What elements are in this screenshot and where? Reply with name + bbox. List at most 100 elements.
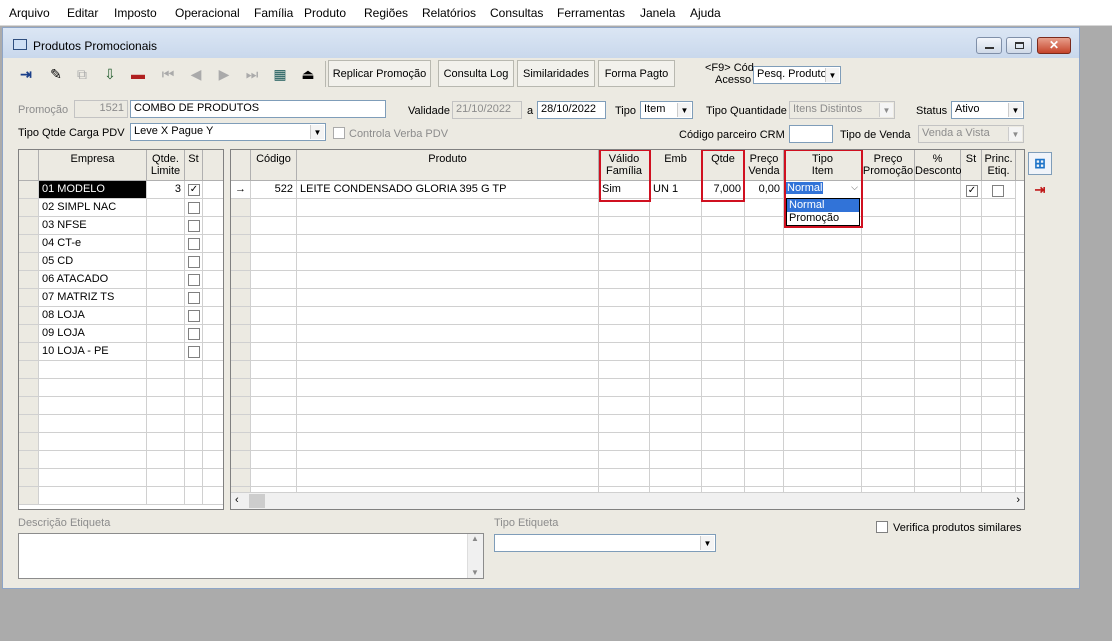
menu-produto[interactable]: Produto [304, 6, 346, 20]
produto-empty-cell[interactable] [599, 253, 650, 271]
row-codigo[interactable]: 522 [251, 181, 297, 199]
produto-empty-cell[interactable] [745, 217, 784, 235]
produto-empty-cell[interactable] [961, 253, 982, 271]
grid-button[interactable]: ▦ [267, 61, 293, 87]
produto-empty-cell[interactable] [982, 343, 1016, 361]
produto-empty-cell[interactable] [702, 289, 745, 307]
prev-record-button[interactable]: ◀ [183, 61, 209, 87]
produto-empty-cell[interactable] [599, 397, 650, 415]
produto-empty-cell[interactable] [915, 379, 961, 397]
produto-empty-cell[interactable] [650, 253, 702, 271]
produto-empty-cell[interactable] [297, 325, 599, 343]
produto-empty-cell[interactable] [297, 271, 599, 289]
menu-ferramentas[interactable]: Ferramentas [557, 6, 625, 20]
menu-arquivo[interactable]: Arquivo [9, 6, 50, 20]
produto-empty-cell[interactable] [650, 433, 702, 451]
status-select[interactable]: Ativo ▼ [951, 101, 1024, 119]
produto-empty-cell[interactable] [297, 469, 599, 487]
produto-empty-cell[interactable] [650, 343, 702, 361]
produto-empty-cell[interactable] [1016, 271, 1024, 289]
produto-empty-cell[interactable] [251, 361, 297, 379]
produto-empty-cell[interactable] [982, 379, 1016, 397]
descricao-etiqueta-textarea[interactable]: ▲ ▼ [18, 533, 484, 579]
produto-empty-cell[interactable] [599, 325, 650, 343]
produto-empty-cell[interactable] [784, 451, 862, 469]
next-record-button[interactable]: ▶ [211, 61, 237, 87]
produto-empty-cell[interactable] [297, 343, 599, 361]
produto-empty-cell[interactable] [650, 397, 702, 415]
empresa-row-st-checkbox[interactable] [188, 328, 200, 340]
produto-empty-cell[interactable] [297, 235, 599, 253]
row-preco-venda[interactable]: 0,00 [745, 181, 784, 199]
produto-empty-cell[interactable] [745, 271, 784, 289]
produto-empty-cell[interactable] [599, 199, 650, 217]
produto-empty-cell[interactable] [961, 217, 982, 235]
produto-empty-cell[interactable] [1016, 307, 1024, 325]
produto-empty-cell[interactable] [961, 343, 982, 361]
produto-empty-cell[interactable] [297, 415, 599, 433]
produto-empty-cell[interactable] [297, 307, 599, 325]
produto-empty-cell[interactable] [702, 343, 745, 361]
produto-empty-cell[interactable] [961, 451, 982, 469]
produto-empty-cell[interactable] [297, 361, 599, 379]
produto-empty-cell[interactable] [650, 469, 702, 487]
produto-empty-cell[interactable] [599, 235, 650, 253]
produto-empty-cell[interactable] [961, 469, 982, 487]
produto-empty-cell[interactable] [745, 235, 784, 253]
produto-empty-cell[interactable] [784, 415, 862, 433]
produto-empty-cell[interactable] [982, 235, 1016, 253]
produto-empty-cell[interactable] [297, 379, 599, 397]
produto-empty-cell[interactable] [915, 271, 961, 289]
remove-item-button[interactable]: ⇥ [1028, 178, 1052, 201]
produto-empty-cell[interactable] [702, 199, 745, 217]
produto-empty-cell[interactable] [650, 271, 702, 289]
produto-empty-cell[interactable] [982, 307, 1016, 325]
produto-empty-cell[interactable] [862, 469, 915, 487]
last-record-button[interactable]: ⏭ [239, 61, 265, 87]
empresa-row-limit[interactable] [147, 325, 185, 343]
produto-empty-cell[interactable] [862, 325, 915, 343]
menu-janela[interactable]: Janela [640, 6, 675, 20]
produto-empty-cell[interactable] [784, 469, 862, 487]
produto-grid[interactable]: Código Produto Válido Família Emb Qtde Pr… [230, 149, 1025, 510]
produto-empty-cell[interactable] [251, 217, 297, 235]
produto-empty-cell[interactable] [251, 271, 297, 289]
produto-empty-cell[interactable] [297, 199, 599, 217]
produto-empty-cell[interactable] [1016, 397, 1024, 415]
empresa-row-name[interactable]: 04 CT-e [39, 235, 147, 253]
tipo-item-dropdown[interactable]: Normal Promoção [786, 198, 860, 226]
produto-empty-cell[interactable] [982, 325, 1016, 343]
produto-empty-cell[interactable] [650, 217, 702, 235]
dropdown-option-promocao[interactable]: Promoção [787, 212, 859, 225]
produto-empty-cell[interactable] [251, 343, 297, 361]
produto-empty-cell[interactable] [862, 307, 915, 325]
produto-empty-cell[interactable] [251, 397, 297, 415]
produto-empty-cell[interactable] [862, 253, 915, 271]
produto-empty-cell[interactable] [915, 397, 961, 415]
empresa-row-limit[interactable] [147, 307, 185, 325]
produto-empty-cell[interactable] [961, 271, 982, 289]
menu-relatorios[interactable]: Relatórios [422, 6, 476, 20]
produto-empty-cell[interactable] [251, 469, 297, 487]
empresa-row-name[interactable]: 07 MATRIZ TS [39, 289, 147, 307]
controla-verba-checkbox[interactable] [333, 127, 345, 139]
empresa-row-name[interactable]: 01 MODELO [39, 181, 147, 199]
produto-empty-cell[interactable] [1016, 325, 1024, 343]
scroll-thumb[interactable] [249, 494, 265, 508]
produto-empty-cell[interactable] [599, 433, 650, 451]
row-st-checkbox[interactable]: ✓ [966, 185, 978, 197]
produto-empty-cell[interactable] [702, 271, 745, 289]
replicar-promocao-button[interactable]: Replicar Promoção [328, 60, 431, 87]
add-item-button[interactable]: ⊞ [1028, 152, 1052, 175]
produto-empty-cell[interactable] [702, 451, 745, 469]
produto-empty-cell[interactable] [915, 235, 961, 253]
produto-empty-cell[interactable] [915, 361, 961, 379]
produto-empty-cell[interactable] [297, 451, 599, 469]
produto-empty-cell[interactable] [1016, 469, 1024, 487]
produto-empty-cell[interactable] [1016, 217, 1024, 235]
menu-editar[interactable]: Editar [67, 6, 98, 20]
produto-empty-cell[interactable] [297, 289, 599, 307]
scroll-left-icon[interactable]: ‹ [235, 494, 239, 506]
produto-empty-cell[interactable] [745, 325, 784, 343]
produto-empty-cell[interactable] [915, 451, 961, 469]
